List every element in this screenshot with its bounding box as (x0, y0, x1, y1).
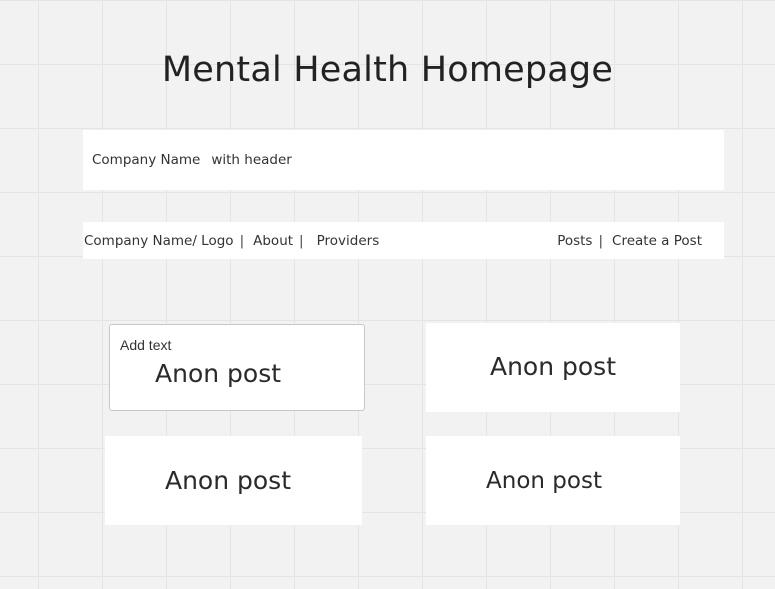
nav-providers-link[interactable]: Providers (317, 233, 380, 249)
post-card-2[interactable]: Anon post (426, 323, 680, 412)
add-text-label[interactable]: Add text (120, 337, 171, 353)
post-card-4[interactable]: Anon post (426, 436, 680, 525)
nav-separator: | (598, 232, 604, 249)
post-card-3[interactable]: Anon post (105, 436, 362, 525)
nav-separator: | (239, 232, 245, 249)
nav-posts-link[interactable]: Posts (557, 233, 592, 249)
post-title: Anon post (489, 352, 617, 381)
post-title: Anon post (164, 466, 292, 495)
nav-right-group: Posts | Create a Post (557, 233, 702, 249)
post-title: Anon post (486, 467, 602, 494)
nav-left-group: Company Name/ Logo | About | Providers (84, 233, 379, 249)
wireframe-canvas: Mental Health Homepage Company Name with… (0, 0, 775, 589)
nav-logo-link[interactable]: Company Name/ Logo (84, 233, 234, 249)
post-title: Anon post (155, 359, 282, 388)
header-subtitle: with header (211, 152, 292, 168)
header-company-name: Company Name (92, 152, 201, 168)
nav-separator: | (299, 232, 304, 249)
post-card-1[interactable]: Add text Anon post (109, 324, 365, 411)
nav-bar: Company Name/ Logo | About | Providers P… (83, 222, 724, 259)
header-bar: Company Name with header (83, 130, 724, 190)
nav-about-link[interactable]: About (253, 233, 293, 249)
page-title: Mental Health Homepage (161, 50, 614, 90)
nav-create-post-link[interactable]: Create a Post (612, 233, 702, 249)
